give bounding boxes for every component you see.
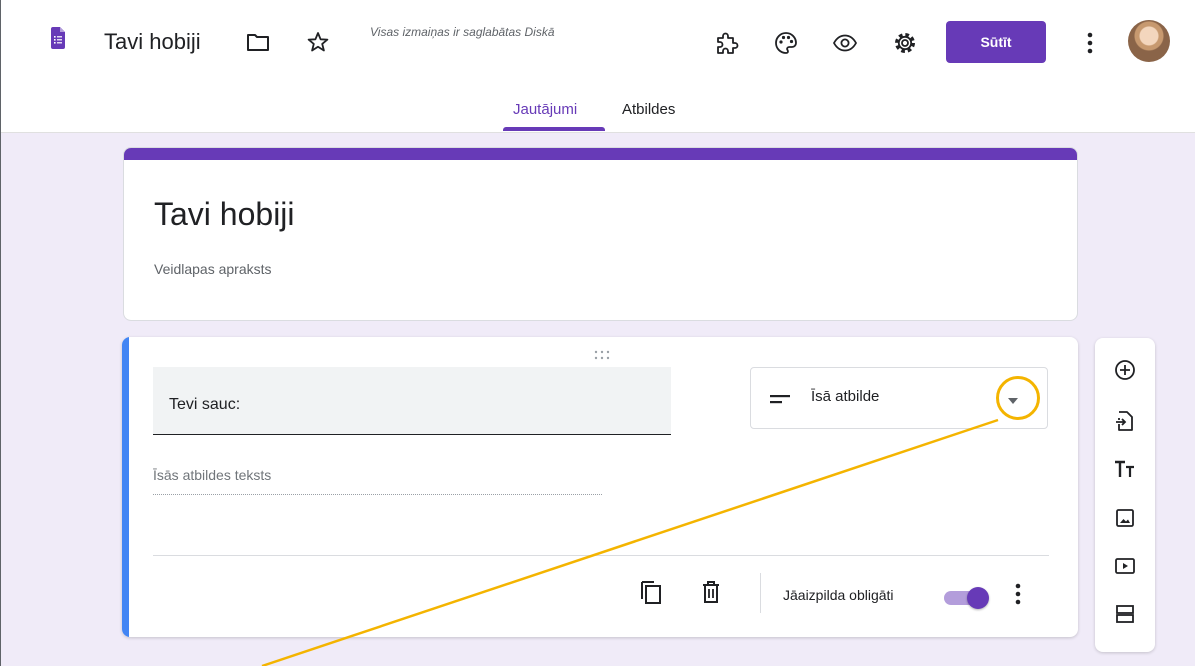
avatar[interactable] <box>1128 20 1170 62</box>
question-card[interactable]: Tevi sauc: Īsā atbilde Īsās atbildes tek… <box>122 337 1078 637</box>
question-type-label: Īsā atbilde <box>811 388 880 405</box>
header-accent-bar <box>124 148 1077 160</box>
short-answer-icon <box>769 390 791 408</box>
folder-icon[interactable] <box>245 30 271 54</box>
question-footer-divider <box>153 555 1049 556</box>
gear-icon[interactable] <box>891 29 919 57</box>
window-edge <box>0 0 1 666</box>
save-status-text: Visas izmaiņas ir saglabātas Diskā <box>370 25 555 39</box>
add-video-icon[interactable] <box>1111 552 1139 580</box>
active-tab-indicator <box>503 127 605 131</box>
delete-icon[interactable] <box>696 577 726 607</box>
more-vert-icon[interactable] <box>1078 29 1102 57</box>
top-bar: Tavi hobiji Visas izmaiņas ir saglabātas… <box>0 0 1195 133</box>
answer-underline <box>153 494 602 495</box>
add-section-icon[interactable] <box>1111 600 1139 628</box>
add-title-icon[interactable] <box>1111 455 1139 483</box>
send-button[interactable]: Sūtīt <box>946 21 1046 63</box>
question-text: Tevi sauc: <box>169 396 241 413</box>
star-icon[interactable] <box>305 30 331 54</box>
forms-icon[interactable] <box>51 27 65 49</box>
add-image-icon[interactable] <box>1111 504 1139 532</box>
form-header-card[interactable]: Tavi hobiji Veidlapas apraksts <box>123 147 1078 321</box>
drag-handle-icon[interactable] <box>592 347 612 360</box>
required-label: Jāaizpilda obligāti <box>783 587 894 603</box>
document-title[interactable]: Tavi hobiji <box>104 27 201 57</box>
question-more-icon[interactable] <box>1008 579 1028 609</box>
import-questions-icon[interactable] <box>1111 407 1139 435</box>
floating-toolbar <box>1095 338 1155 652</box>
tab-answers[interactable]: Atbildes <box>622 101 675 119</box>
footer-vertical-divider <box>760 573 761 613</box>
copy-icon[interactable] <box>636 577 666 607</box>
eye-icon[interactable] <box>831 29 859 57</box>
annotation-highlight-circle <box>996 376 1040 420</box>
palette-icon[interactable] <box>772 29 800 57</box>
short-answer-placeholder: Īsās atbildes teksts <box>153 467 272 483</box>
tab-questions[interactable]: Jautājumi <box>513 101 577 119</box>
toggle-thumb <box>967 587 989 609</box>
form-description[interactable]: Veidlapas apraksts <box>154 261 272 277</box>
add-question-icon[interactable] <box>1111 356 1139 384</box>
form-title[interactable]: Tavi hobiji <box>154 194 295 234</box>
puzzle-icon[interactable] <box>713 29 741 57</box>
required-toggle[interactable] <box>942 587 992 609</box>
question-title-field[interactable]: Tevi sauc: <box>153 367 671 435</box>
active-question-indicator <box>122 337 129 637</box>
